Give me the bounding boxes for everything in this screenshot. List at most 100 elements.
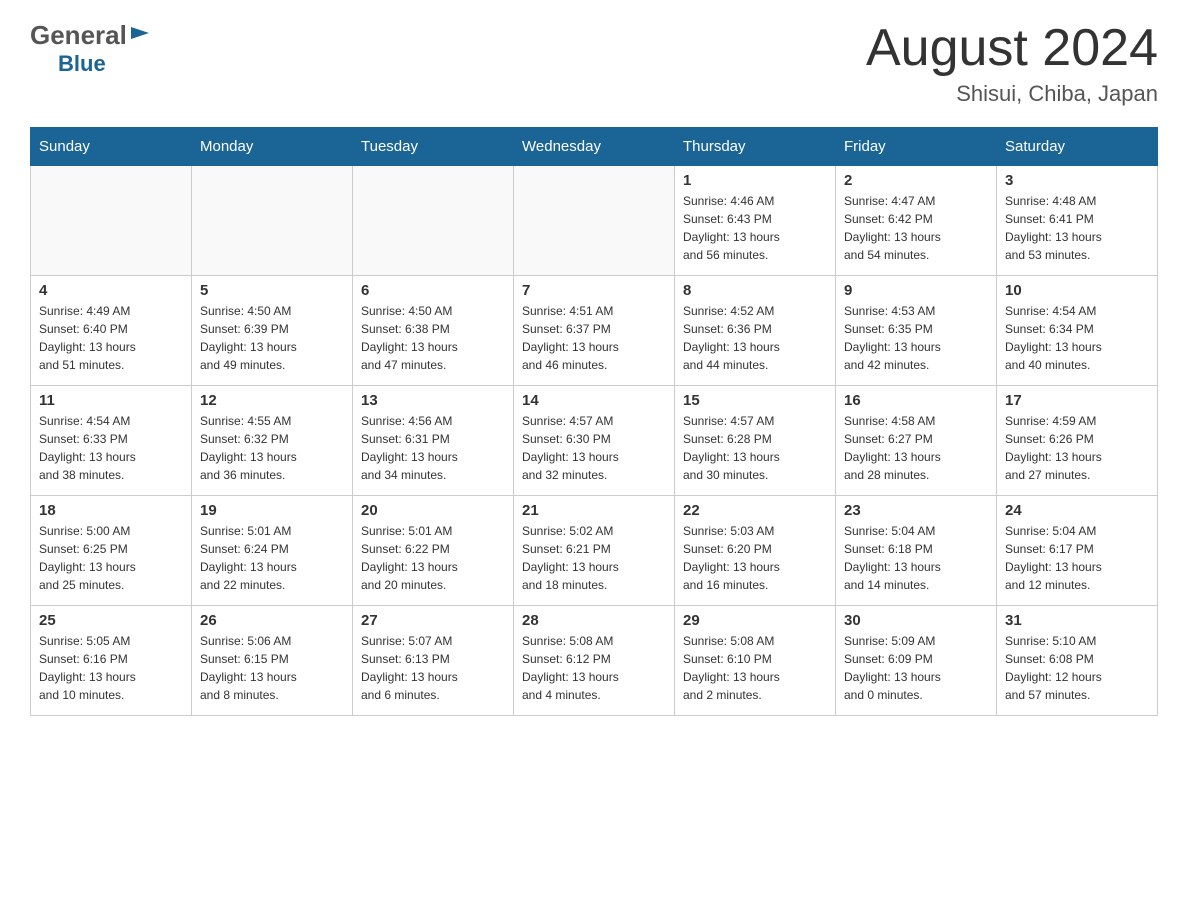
day-number: 22 [683,502,827,519]
calendar-cell: 2 Sunrise: 4:47 AM Sunset: 6:42 PM Daylig… [836,166,997,276]
day-number: 28 [522,612,666,629]
weekday-header-tuesday: Tuesday [353,128,514,166]
calendar-cell: 6 Sunrise: 4:50 AM Sunset: 6:38 PM Daylig… [353,276,514,386]
calendar-cell: 9 Sunrise: 4:53 AM Sunset: 6:35 PM Daylig… [836,276,997,386]
calendar-cell: 29 Sunrise: 5:08 AM Sunset: 6:10 PM Dayli… [675,606,836,716]
day-number: 29 [683,612,827,629]
day-number: 19 [200,502,344,519]
day-number: 9 [844,282,988,299]
calendar-cell [31,166,192,276]
day-number: 27 [361,612,505,629]
day-number: 2 [844,172,988,189]
day-info: Sunrise: 4:53 AM Sunset: 6:35 PM Dayligh… [844,302,988,374]
day-info: Sunrise: 4:49 AM Sunset: 6:40 PM Dayligh… [39,302,183,374]
calendar-cell: 3 Sunrise: 4:48 AM Sunset: 6:41 PM Daylig… [997,166,1158,276]
weekday-header-wednesday: Wednesday [514,128,675,166]
calendar-cell: 27 Sunrise: 5:07 AM Sunset: 6:13 PM Dayli… [353,606,514,716]
calendar-cell: 31Sunrise: 5:10 AM Sunset: 6:08 PM Dayli… [997,606,1158,716]
calendar-cell: 14 Sunrise: 4:57 AM Sunset: 6:30 PM Dayli… [514,386,675,496]
day-info: Sunrise: 4:59 AM Sunset: 6:26 PM Dayligh… [1005,412,1149,484]
day-number: 20 [361,502,505,519]
calendar-cell: 21Sunrise: 5:02 AM Sunset: 6:21 PM Dayli… [514,496,675,606]
calendar-week-3: 11Sunrise: 4:54 AM Sunset: 6:33 PM Dayli… [31,386,1158,496]
month-title: August 2024 [866,20,1158,77]
calendar-cell: 19 Sunrise: 5:01 AM Sunset: 6:24 PM Dayli… [192,496,353,606]
day-info: Sunrise: 4:55 AM Sunset: 6:32 PM Dayligh… [200,412,344,484]
day-number: 12 [200,392,344,409]
calendar-cell: 26Sunrise: 5:06 AM Sunset: 6:15 PM Dayli… [192,606,353,716]
location-text: Shisui, Chiba, Japan [866,81,1158,107]
day-number: 11 [39,392,183,409]
day-info: Sunrise: 5:08 AM Sunset: 6:10 PM Dayligh… [683,632,827,704]
day-number: 6 [361,282,505,299]
day-number: 8 [683,282,827,299]
calendar-cell: 8 Sunrise: 4:52 AM Sunset: 6:36 PM Daylig… [675,276,836,386]
day-number: 25 [39,612,183,629]
calendar-cell: 28 Sunrise: 5:08 AM Sunset: 6:12 PM Dayli… [514,606,675,716]
day-number: 24 [1005,502,1149,519]
weekday-header-saturday: Saturday [997,128,1158,166]
logo-general-text: General [30,20,127,51]
day-number: 14 [522,392,666,409]
calendar-cell: 25 Sunrise: 5:05 AM Sunset: 6:16 PM Dayli… [31,606,192,716]
day-info: Sunrise: 5:01 AM Sunset: 6:24 PM Dayligh… [200,522,344,594]
day-info: Sunrise: 4:52 AM Sunset: 6:36 PM Dayligh… [683,302,827,374]
calendar-cell: 16Sunrise: 4:58 AM Sunset: 6:27 PM Dayli… [836,386,997,496]
day-number: 4 [39,282,183,299]
day-info: Sunrise: 5:05 AM Sunset: 6:16 PM Dayligh… [39,632,183,704]
calendar-week-2: 4 Sunrise: 4:49 AM Sunset: 6:40 PM Daylig… [31,276,1158,386]
calendar-cell [514,166,675,276]
calendar-cell: 13 Sunrise: 4:56 AM Sunset: 6:31 PM Dayli… [353,386,514,496]
day-info: Sunrise: 5:02 AM Sunset: 6:21 PM Dayligh… [522,522,666,594]
calendar-cell [353,166,514,276]
calendar-cell: 11Sunrise: 4:54 AM Sunset: 6:33 PM Dayli… [31,386,192,496]
day-info: Sunrise: 4:48 AM Sunset: 6:41 PM Dayligh… [1005,192,1149,264]
calendar-cell: 7 Sunrise: 4:51 AM Sunset: 6:37 PM Daylig… [514,276,675,386]
calendar-week-4: 18 Sunrise: 5:00 AM Sunset: 6:25 PM Dayli… [31,496,1158,606]
weekday-header-friday: Friday [836,128,997,166]
page-header: General Blue August 2024 Shisui, Chiba, … [30,20,1158,107]
day-info: Sunrise: 4:50 AM Sunset: 6:38 PM Dayligh… [361,302,505,374]
calendar-table: SundayMondayTuesdayWednesdayThursdayFrid… [30,127,1158,716]
day-info: Sunrise: 4:47 AM Sunset: 6:42 PM Dayligh… [844,192,988,264]
day-info: Sunrise: 5:07 AM Sunset: 6:13 PM Dayligh… [361,632,505,704]
day-info: Sunrise: 5:04 AM Sunset: 6:18 PM Dayligh… [844,522,988,594]
calendar-week-1: 1 Sunrise: 4:46 AM Sunset: 6:43 PM Daylig… [31,166,1158,276]
calendar-header-row: SundayMondayTuesdayWednesdayThursdayFrid… [31,128,1158,166]
day-info: Sunrise: 4:56 AM Sunset: 6:31 PM Dayligh… [361,412,505,484]
day-number: 7 [522,282,666,299]
day-number: 1 [683,172,827,189]
calendar-cell: 24 Sunrise: 5:04 AM Sunset: 6:17 PM Dayli… [997,496,1158,606]
calendar-cell: 18 Sunrise: 5:00 AM Sunset: 6:25 PM Dayli… [31,496,192,606]
calendar-cell: 5Sunrise: 4:50 AM Sunset: 6:39 PM Daylig… [192,276,353,386]
calendar-cell: 17 Sunrise: 4:59 AM Sunset: 6:26 PM Dayli… [997,386,1158,496]
day-info: Sunrise: 5:06 AM Sunset: 6:15 PM Dayligh… [200,632,344,704]
title-section: August 2024 Shisui, Chiba, Japan [866,20,1158,107]
logo-flag-icon [129,25,151,47]
day-info: Sunrise: 4:50 AM Sunset: 6:39 PM Dayligh… [200,302,344,374]
calendar-cell: 10 Sunrise: 4:54 AM Sunset: 6:34 PM Dayli… [997,276,1158,386]
calendar-cell: 20 Sunrise: 5:01 AM Sunset: 6:22 PM Dayli… [353,496,514,606]
day-info: Sunrise: 4:46 AM Sunset: 6:43 PM Dayligh… [683,192,827,264]
calendar-cell: 30Sunrise: 5:09 AM Sunset: 6:09 PM Dayli… [836,606,997,716]
logo: General Blue [30,20,151,77]
day-info: Sunrise: 5:08 AM Sunset: 6:12 PM Dayligh… [522,632,666,704]
day-info: Sunrise: 5:09 AM Sunset: 6:09 PM Dayligh… [844,632,988,704]
day-info: Sunrise: 4:54 AM Sunset: 6:34 PM Dayligh… [1005,302,1149,374]
day-number: 3 [1005,172,1149,189]
calendar-week-5: 25 Sunrise: 5:05 AM Sunset: 6:16 PM Dayli… [31,606,1158,716]
day-info: Sunrise: 5:03 AM Sunset: 6:20 PM Dayligh… [683,522,827,594]
day-info: Sunrise: 4:51 AM Sunset: 6:37 PM Dayligh… [522,302,666,374]
calendar-cell: 4 Sunrise: 4:49 AM Sunset: 6:40 PM Daylig… [31,276,192,386]
logo-blue-text: Blue [58,51,151,77]
day-number: 17 [1005,392,1149,409]
day-info: Sunrise: 5:04 AM Sunset: 6:17 PM Dayligh… [1005,522,1149,594]
calendar-cell: 12 Sunrise: 4:55 AM Sunset: 6:32 PM Dayli… [192,386,353,496]
day-info: Sunrise: 5:01 AM Sunset: 6:22 PM Dayligh… [361,522,505,594]
day-number: 18 [39,502,183,519]
day-info: Sunrise: 5:00 AM Sunset: 6:25 PM Dayligh… [39,522,183,594]
day-info: Sunrise: 5:10 AM Sunset: 6:08 PM Dayligh… [1005,632,1149,704]
day-number: 13 [361,392,505,409]
day-info: Sunrise: 4:57 AM Sunset: 6:30 PM Dayligh… [522,412,666,484]
day-number: 10 [1005,282,1149,299]
